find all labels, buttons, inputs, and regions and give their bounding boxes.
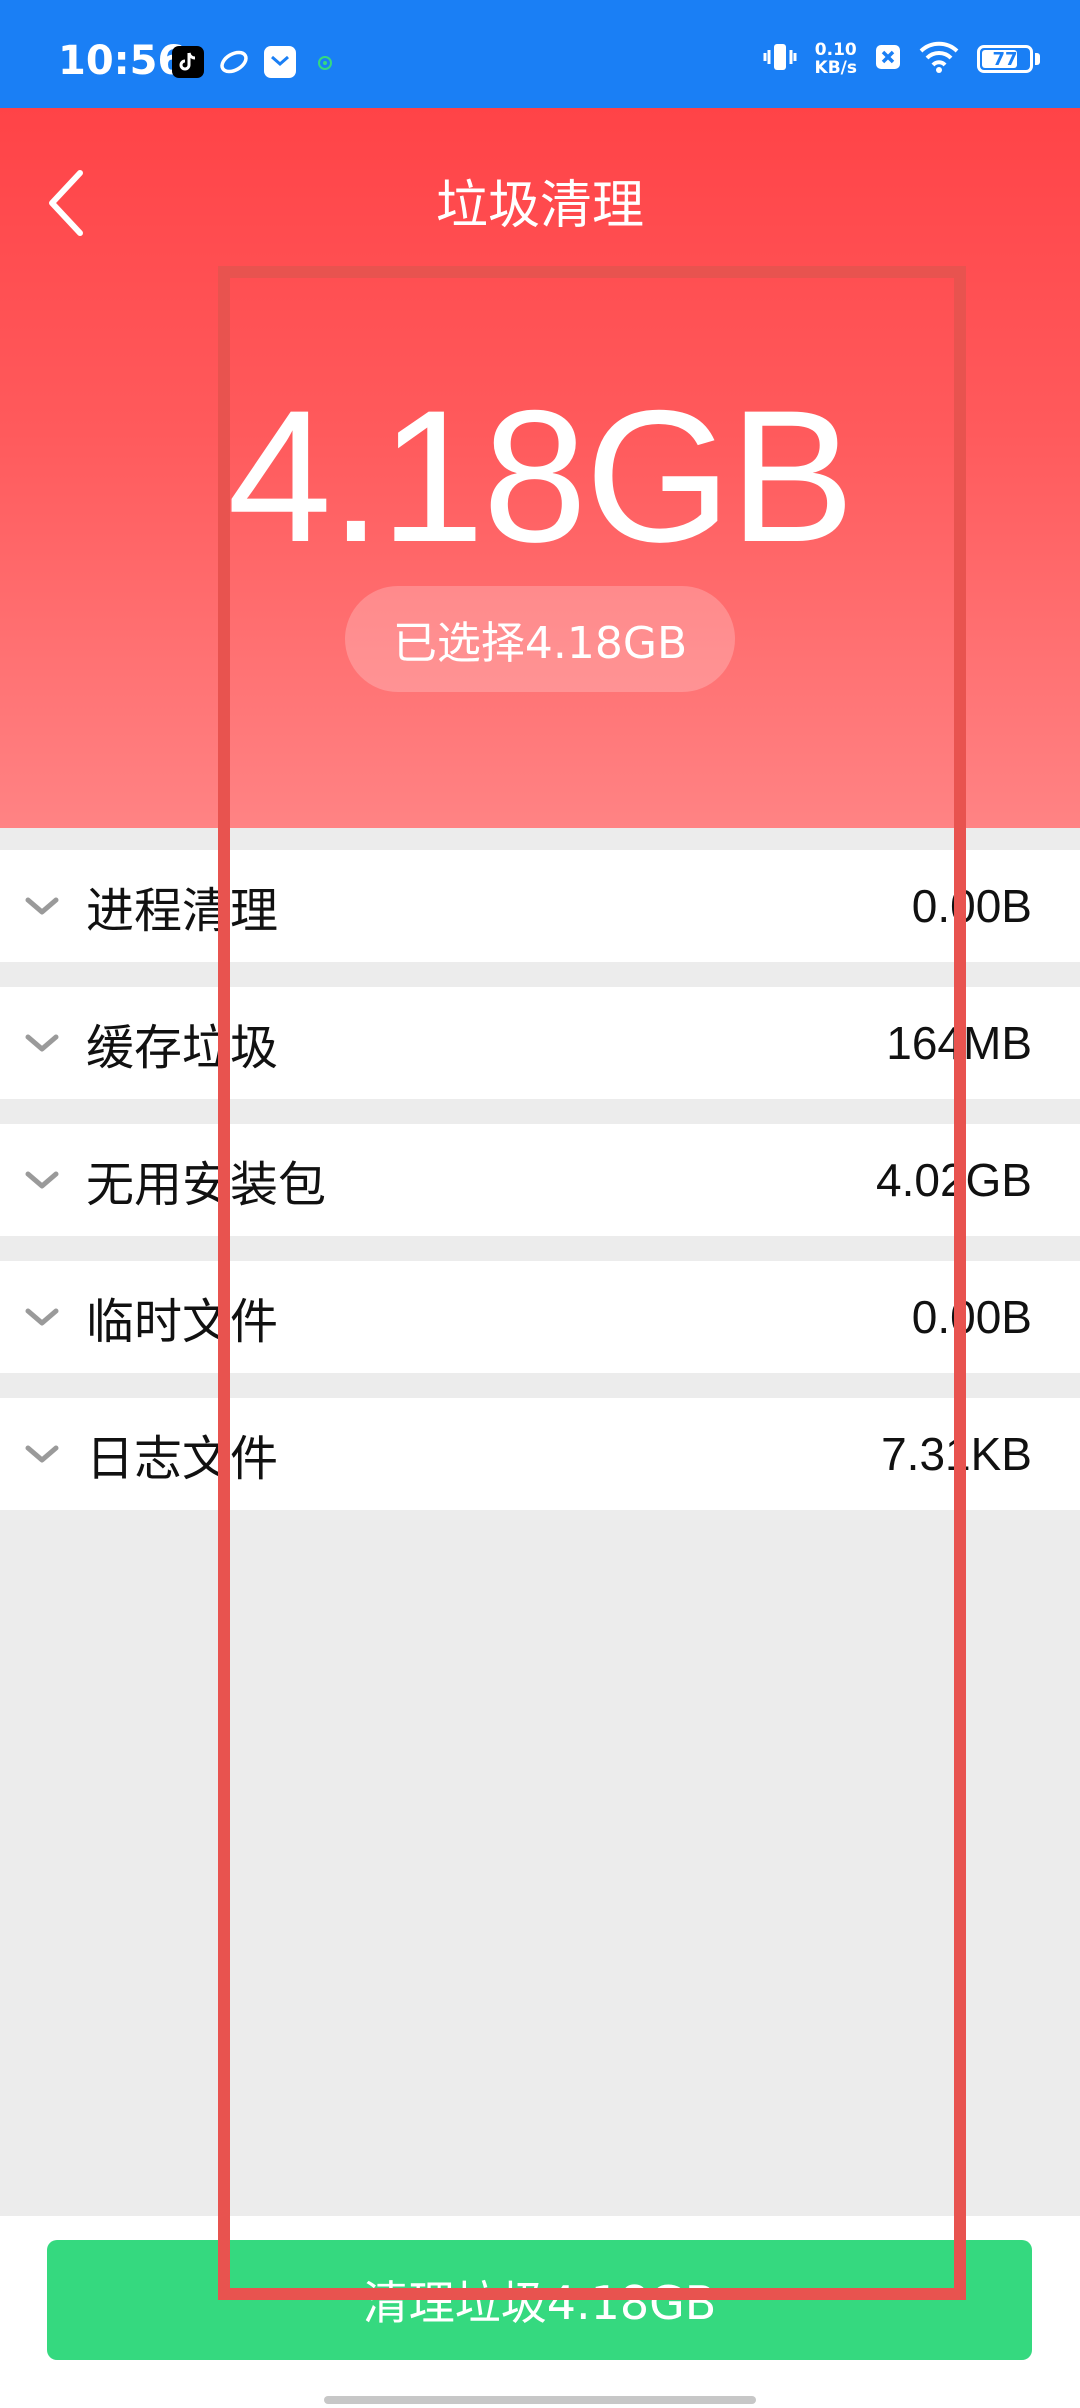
close-box-icon [875,44,901,74]
tiktok-icon [172,46,204,78]
status-right: 0.10 KB/s 77 [763,40,1040,78]
list-item-apk[interactable]: 无用安装包 4.02GB [0,1124,1080,1236]
total-junk-size: 4.18GB [227,371,855,581]
list-item-label: 缓存垃圾 [86,1020,279,1076]
list-item-label: 日志文件 [86,1431,279,1487]
network-speed: 0.10 KB/s [815,41,857,77]
chevron-down-icon[interactable] [22,892,62,922]
list-item-label: 进程清理 [86,883,279,939]
list-item-label: 临时文件 [86,1294,279,1350]
status-bar: 10:56 0.10 KB/s 77 [0,0,1080,108]
status-time: 10:56 [58,38,186,84]
list-item-size: 164MB [886,1017,1032,1069]
list-item-label: 无用安装包 [86,1157,327,1213]
list-item-size: 0.00B [911,1291,1032,1343]
dot-icon [316,54,334,72]
bottom-action-bar: 清理垃圾4.18GB [0,2216,1080,2408]
clean-junk-button[interactable]: 清理垃圾4.18GB [47,2240,1032,2360]
mail-icon [264,46,296,78]
list-item-cache[interactable]: 缓存垃圾 164MB [0,987,1080,1099]
wifi-icon [919,41,959,77]
net-speed-value: 0.10 [814,40,857,60]
vibrate-icon [763,40,797,78]
net-speed-unit: KB/s [814,58,857,78]
chevron-down-icon[interactable] [22,1166,62,1196]
home-indicator[interactable] [324,2396,756,2404]
selected-size-badge: 已选择4.18GB [345,586,735,692]
list-item-process[interactable]: 进程清理 0.00B [0,850,1080,962]
battery-body: 77 [977,45,1033,73]
battery-level: 77 [992,48,1018,70]
page-title: 垃圾清理 [435,176,644,236]
junk-category-list: 进程清理 0.00B 缓存垃圾 164MB 无用安装包 4.02GB 临时文件 … [0,850,1080,1535]
junk-clean-screen: 10:56 0.10 KB/s 77 垃圾清理 4.18GB 已选择4.18GB… [0,0,1080,2408]
chevron-down-icon[interactable] [22,1303,62,1333]
link-icon [218,46,250,78]
list-item-temp[interactable]: 临时文件 0.00B [0,1261,1080,1373]
chevron-down-icon[interactable] [22,1029,62,1059]
list-item-size: 4.02GB [876,1154,1032,1206]
list-item-size: 0.00B [911,880,1032,932]
battery-cap [1035,53,1040,65]
battery-icon: 77 [977,45,1040,73]
list-item-size: 7.31KB [881,1428,1032,1480]
chevron-down-icon[interactable] [22,1440,62,1470]
header: 垃圾清理 4.18GB 已选择4.18GB [0,108,1080,828]
list-item-log[interactable]: 日志文件 7.31KB [0,1398,1080,1510]
